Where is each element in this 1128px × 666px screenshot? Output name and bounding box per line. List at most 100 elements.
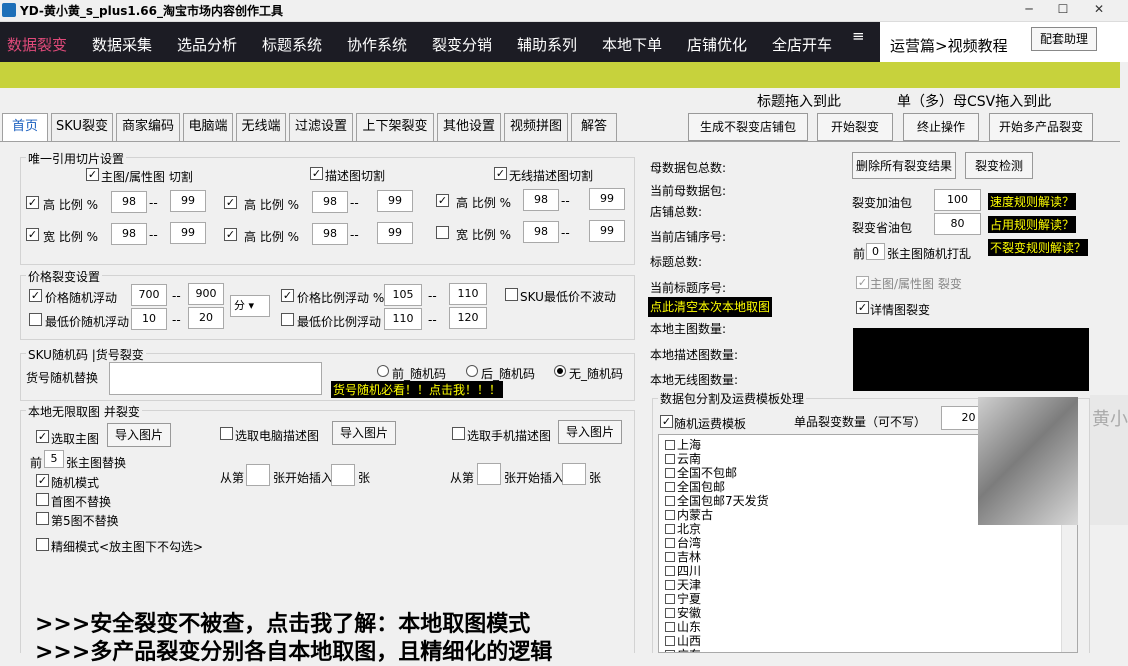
tab-shelf[interactable]: 上下架裂变 (356, 113, 434, 141)
sku-must-read-link[interactable]: 货号随机必看！！点击我！！！ (331, 381, 504, 398)
front-radio[interactable] (377, 365, 389, 377)
desc-high-max[interactable]: 99 (377, 190, 413, 212)
attr-split-checkbox[interactable]: ✓ (856, 276, 869, 289)
desc-cut-checkbox[interactable]: ✓ (310, 167, 323, 180)
nav-item-distribution[interactable]: 裂变分销 (432, 34, 492, 55)
tab-answer[interactable]: 解答 (571, 113, 617, 141)
fine-mode-checkbox[interactable] (36, 538, 49, 551)
wl-wide-min[interactable]: 98 (523, 221, 559, 243)
take-pc-checkbox[interactable] (220, 427, 233, 440)
tab-home[interactable]: 首页 (2, 113, 48, 141)
list-item[interactable]: 全国不包邮 (665, 467, 737, 480)
delete-all-button[interactable]: 删除所有裂变结果 (852, 152, 956, 179)
list-item[interactable]: 北京 (665, 523, 701, 536)
nav-item-full-shop[interactable]: 全店开车 (772, 34, 832, 55)
tab-merchant-code[interactable]: 商家编码 (116, 113, 180, 141)
list-item[interactable]: 安徽 (665, 607, 701, 620)
wl-high-min[interactable]: 98 (523, 189, 559, 211)
generate-shop-button[interactable]: 生成不裂变店铺包 (688, 113, 808, 141)
mobile-count-input[interactable] (562, 463, 586, 485)
list-item[interactable]: 全国包邮 (665, 481, 725, 494)
detail-split-checkbox[interactable]: ✓ (856, 301, 869, 314)
list-item[interactable]: 全国包邮7天发货 (665, 495, 769, 508)
nav-item-local-order[interactable]: 本地下单 (602, 34, 662, 55)
maximize-button[interactable]: ☐ (1044, 0, 1082, 20)
help-button[interactable]: 配套助理 (1031, 27, 1097, 51)
list-item[interactable]: 山西 (665, 635, 701, 648)
pc-count-input[interactable] (331, 464, 355, 486)
sku-min-checkbox[interactable] (505, 288, 518, 301)
nav-item-assist[interactable]: 辅助系列 (517, 34, 577, 55)
speed-rule-link[interactable]: 速度规则解读？ (988, 193, 1077, 210)
title-drop-label[interactable]: 标题拖入到此 (757, 91, 841, 111)
check-button[interactable]: 裂变检测 (965, 152, 1033, 179)
random-mode-checkbox[interactable]: ✓ (36, 474, 49, 487)
price-random-checkbox[interactable]: ✓ (29, 289, 42, 302)
sku-replace-input[interactable] (109, 362, 322, 395)
first-no-replace-checkbox[interactable] (36, 493, 49, 506)
noflip-rule-link[interactable]: 不裂变规则解读？ (988, 239, 1089, 256)
none-radio[interactable] (554, 365, 566, 377)
price-random-min[interactable]: 700 (131, 284, 167, 306)
ratio-max[interactable]: 110 (449, 283, 487, 305)
list-item[interactable]: 宁夏 (665, 593, 701, 606)
main-high-checkbox[interactable]: ✓ (26, 196, 39, 209)
main-wide-checkbox[interactable]: ✓ (26, 228, 39, 241)
nav-item-title[interactable]: 标题系统 (262, 34, 322, 55)
main-wide-min[interactable]: 98 (111, 223, 147, 245)
list-item[interactable]: 台湾 (665, 537, 701, 550)
minratio-min[interactable]: 110 (384, 308, 422, 330)
random-tpl-checkbox[interactable]: ✓ (660, 415, 673, 428)
list-item[interactable]: 广东 (665, 649, 701, 652)
shuffle-count-input[interactable]: 0 (866, 243, 885, 260)
tab-pc[interactable]: 电脑端 (183, 113, 233, 141)
take-mobile-checkbox[interactable] (452, 427, 465, 440)
ratio-min[interactable]: 105 (384, 284, 422, 306)
replace-count-input[interactable]: 5 (44, 450, 64, 468)
desc-wide-min[interactable]: 98 (312, 223, 348, 245)
start-split-button[interactable]: 开始裂变 (817, 113, 893, 141)
oil-add-input[interactable]: 100 (934, 189, 981, 211)
minratio-checkbox[interactable] (281, 313, 294, 326)
list-item[interactable]: 云南 (665, 453, 701, 466)
import-pc-button[interactable]: 导入图片 (332, 421, 396, 445)
tab-video[interactable]: 视频拼图 (504, 113, 568, 141)
oil-save-input[interactable]: 80 (934, 213, 981, 235)
occupy-rule-link[interactable]: 占用规则解读？ (988, 216, 1077, 233)
minimize-button[interactable]: ─ (1010, 0, 1048, 20)
unit-select[interactable]: 分 ▾ (230, 295, 270, 317)
tab-other[interactable]: 其他设置 (437, 113, 501, 141)
main-cut-checkbox[interactable]: ✓ (86, 168, 99, 181)
wl-high-checkbox[interactable]: ✓ (436, 194, 449, 207)
wl-high-max[interactable]: 99 (589, 188, 625, 210)
wireless-cut-checkbox[interactable]: ✓ (494, 167, 507, 180)
desc-high-checkbox[interactable]: ✓ (224, 196, 237, 209)
import-main-button[interactable]: 导入图片 (107, 423, 171, 447)
close-button[interactable]: ✕ (1080, 0, 1118, 20)
csv-drop-label[interactable]: 单（多）母CSV拖入到此 (897, 91, 1051, 111)
nav-item-split[interactable]: 数据裂变 (7, 34, 67, 55)
ratio-checkbox[interactable]: ✓ (281, 289, 294, 302)
minratio-max[interactable]: 120 (449, 307, 487, 329)
desc-high-min[interactable]: 98 (312, 191, 348, 213)
tab-filter[interactable]: 过滤设置 (289, 113, 353, 141)
main-wide-max[interactable]: 99 (170, 222, 206, 244)
list-item[interactable]: 四川 (665, 565, 701, 578)
list-item[interactable]: 上海 (665, 439, 701, 452)
nav-item-collab[interactable]: 协作系统 (347, 34, 407, 55)
back-radio[interactable] (466, 365, 478, 377)
main-high-max[interactable]: 99 (170, 190, 206, 212)
min-random-max[interactable]: 20 (188, 307, 224, 329)
list-item[interactable]: 山东 (665, 621, 701, 634)
min-random-checkbox[interactable] (29, 313, 42, 326)
clear-local-link[interactable]: 点此清空本次本地取图 (648, 297, 773, 317)
min-random-min[interactable]: 10 (131, 308, 167, 330)
main-high-min[interactable]: 98 (111, 191, 147, 213)
list-item[interactable]: 内蒙古 (665, 509, 713, 522)
wl-wide-checkbox[interactable] (436, 226, 449, 239)
multi-split-button[interactable]: 开始多产品裂变 (989, 113, 1093, 141)
list-item[interactable]: 吉林 (665, 551, 701, 564)
stop-button[interactable]: 终止操作 (903, 113, 979, 141)
video-tutorial-link[interactable]: 运营篇>视频教程 (890, 35, 1008, 56)
pc-from-input[interactable] (246, 464, 270, 486)
